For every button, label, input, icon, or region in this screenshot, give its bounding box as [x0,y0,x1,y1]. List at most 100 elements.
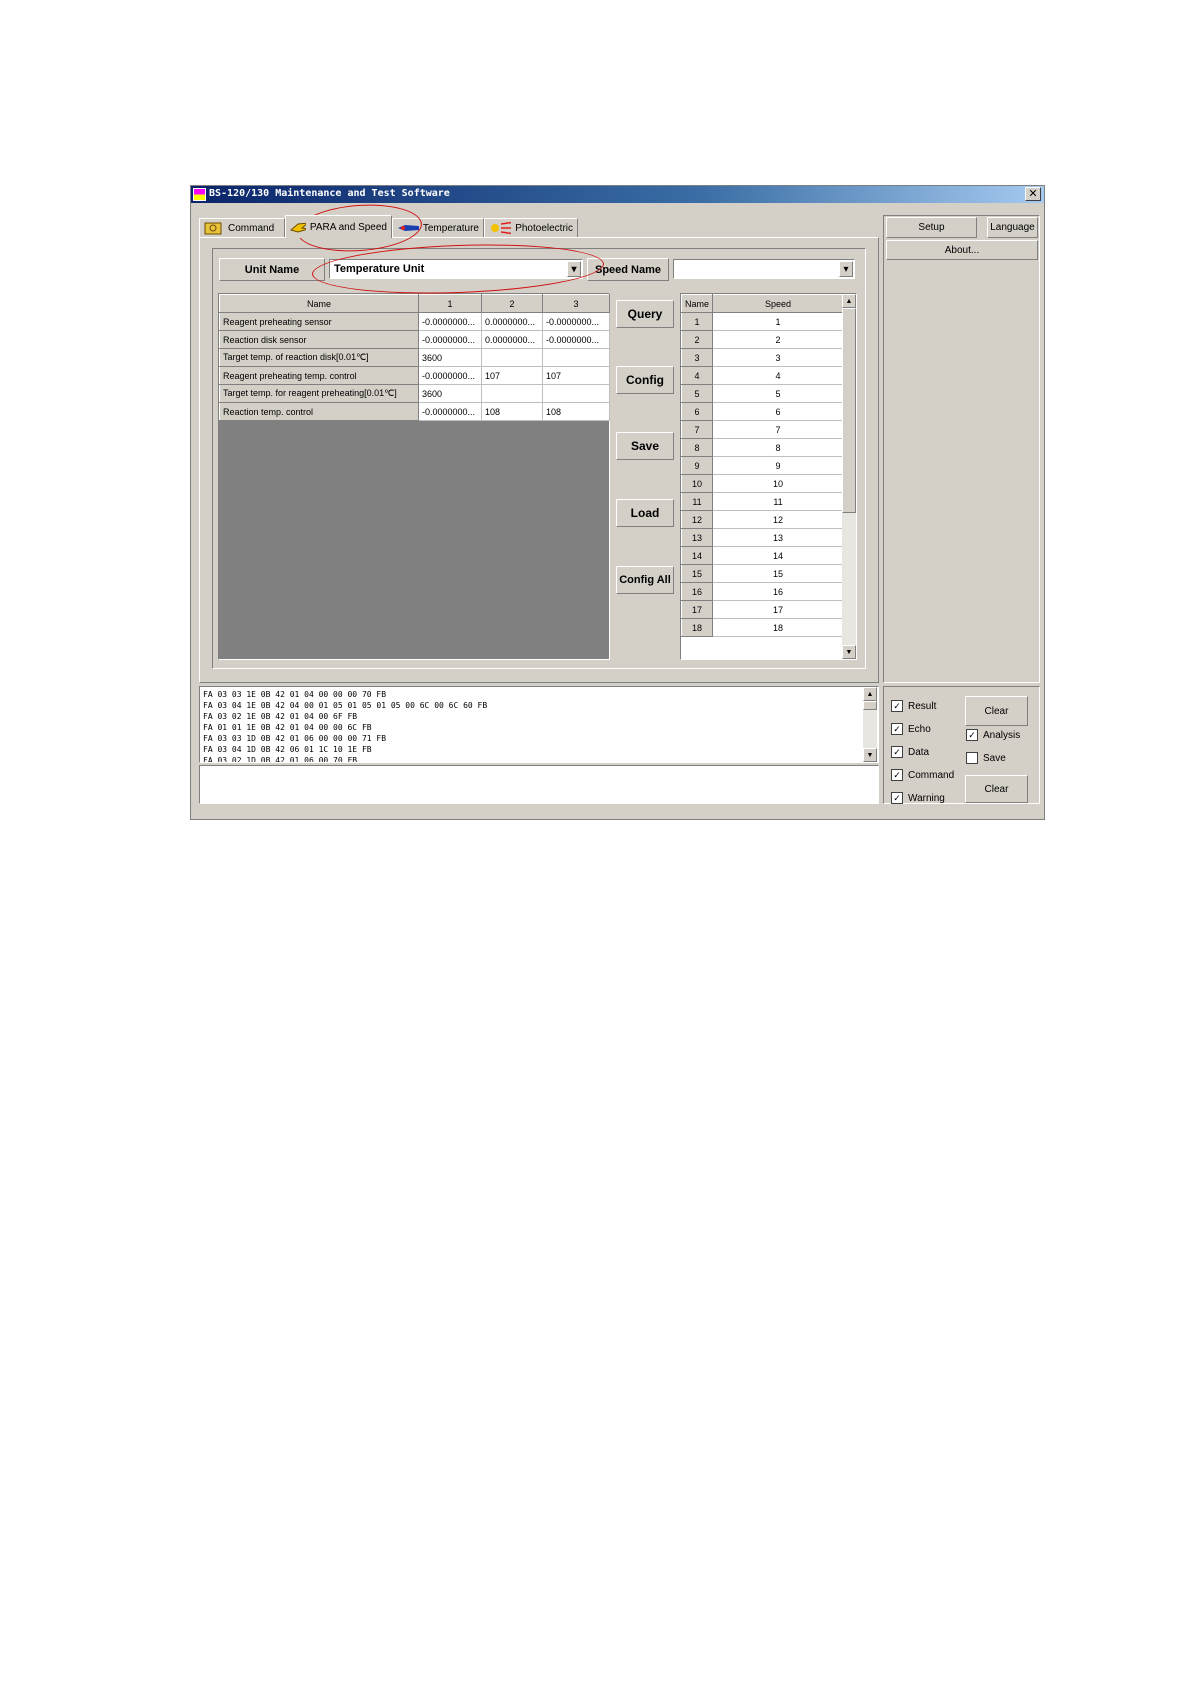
table-cell[interactable]: 18 [712,618,844,637]
row-name: 2 [681,330,713,349]
clear-command-button[interactable]: Clear [965,775,1028,803]
close-button[interactable]: ✕ [1025,187,1041,201]
column-header[interactable]: 2 [481,294,543,313]
table-cell[interactable]: 16 [712,582,844,601]
scroll-thumb[interactable] [863,701,877,710]
table-cell[interactable]: -0.0000000... [418,330,482,349]
row-name: 18 [681,618,713,637]
command-input[interactable] [199,765,879,804]
table-cell[interactable]: 4 [712,366,844,385]
tab-photoelectric[interactable]: Photoelectric [484,218,578,237]
table-row: 13 13 [681,528,844,547]
table-cell[interactable]: 14 [712,546,844,565]
table-cell[interactable]: -0.0000000... [418,312,482,331]
save-button[interactable]: Save [616,432,674,460]
checkbox-label: Result [908,700,937,712]
log-output[interactable]: FA 03 03 1E 0B 42 01 04 00 00 00 70 FB F… [199,686,879,763]
log-line: FA 03 02 1E 0B 42 01 04 00 6F FB [203,712,358,721]
analysis-checkbox[interactable]: ✓ Analysis [966,729,1020,741]
table-cell[interactable] [542,384,610,403]
checkmark-icon: ✓ [891,769,903,781]
log-line: FA 03 02 1D 0B 42 01 06 00 70 FB [203,756,358,763]
row-name: 11 [681,492,713,511]
config-button[interactable]: Config [616,366,674,394]
speed-name-select[interactable]: ▾ [673,259,855,279]
column-header[interactable]: 3 [542,294,610,313]
checkmark-icon: ✓ [891,723,903,735]
row-name: 3 [681,348,713,367]
row-name: 1 [681,312,713,331]
table-row: 33 [681,348,844,367]
table-cell[interactable]: 2 [712,330,844,349]
table-cell[interactable]: 11 [712,492,844,511]
about-button[interactable]: About... [886,240,1038,260]
table-cell[interactable]: 5 [712,384,844,403]
scroll-down-icon[interactable]: ▼ [863,748,877,762]
scroll-thumb[interactable] [842,308,856,513]
table-cell[interactable]: -0.0000000... [418,402,482,421]
table-cell[interactable]: -0.0000000... [542,312,610,331]
table-cell[interactable]: 12 [712,510,844,529]
table-cell[interactable]: 15 [712,564,844,583]
table-cell[interactable]: -0.0000000... [542,330,610,349]
table-cell[interactable]: 3 [712,348,844,367]
column-header[interactable]: Speed [712,294,844,313]
table-cell[interactable]: 107 [542,366,610,385]
table-cell[interactable]: 13 [712,528,844,547]
table-cell[interactable]: 0.0000000... [481,330,543,349]
table-row: 55 [681,384,844,403]
config-all-button[interactable]: Config All [616,566,674,594]
window-title: BS-120/130 Maintenance and Test Software [209,188,450,199]
result-checkbox[interactable]: ✓ Result [891,700,936,712]
table-cell[interactable]: 10 [712,474,844,493]
scroll-up-icon[interactable]: ▲ [863,687,877,701]
echo-checkbox[interactable]: ✓ Echo [891,723,931,735]
table-cell[interactable]: 1 [712,312,844,331]
column-header[interactable]: 1 [418,294,482,313]
save-checkbox[interactable]: Save [966,752,1006,764]
table-row: 15 15 [681,564,844,583]
table-cell[interactable] [481,384,543,403]
data-checkbox[interactable]: ✓ Data [891,746,929,758]
chevron-down-icon[interactable]: ▾ [839,261,853,277]
tab-para-and-speed[interactable]: PARA and Speed [285,215,392,238]
checkbox-label: Echo [908,723,931,735]
table-cell[interactable]: 108 [542,402,610,421]
table-cell[interactable]: 9 [712,456,844,475]
table-cell[interactable]: 6 [712,402,844,421]
load-button[interactable]: Load [616,499,674,527]
right-panel: Setup Language About... [883,215,1040,683]
speed-scrollbar[interactable]: ▲ ▼ [842,294,856,659]
scroll-up-icon[interactable]: ▲ [842,294,856,308]
command-checkbox[interactable]: ✓ Command [891,769,954,781]
query-button[interactable]: Query [616,300,674,328]
log-scrollbar[interactable]: ▲ ▼ [863,687,877,762]
table-cell[interactable]: 17 [712,600,844,619]
table-cell[interactable]: 0.0000000... [481,312,543,331]
tab-command[interactable]: Command [199,218,285,237]
table-cell[interactable]: 108 [481,402,543,421]
table-cell[interactable]: 8 [712,438,844,457]
row-name: 8 [681,438,713,457]
table-cell[interactable]: 3600 [418,348,482,367]
table-cell[interactable]: 107 [481,366,543,385]
table-cell[interactable]: 7 [712,420,844,439]
unit-name-label: Unit Name [219,258,325,281]
table-row: 10 10 [681,474,844,493]
table-row: 77 [681,420,844,439]
column-header[interactable]: Name [681,294,713,313]
warning-checkbox[interactable]: ✓ Warning [891,792,945,804]
table-row: 44 [681,366,844,385]
param-table: Name 1 2 3 Reagent preheating sensor -0.… [219,294,610,421]
setup-button[interactable]: Setup [886,217,977,238]
table-cell[interactable] [542,348,610,367]
clear-log-button[interactable]: Clear [965,696,1028,726]
column-header[interactable]: Name [219,294,419,313]
row-name: 5 [681,384,713,403]
table-cell[interactable] [481,348,543,367]
table-row: 11 [681,312,844,331]
scroll-down-icon[interactable]: ▼ [842,645,856,659]
language-button[interactable]: Language [987,217,1038,238]
table-cell[interactable]: 3600 [418,384,482,403]
table-cell[interactable]: -0.0000000... [418,366,482,385]
